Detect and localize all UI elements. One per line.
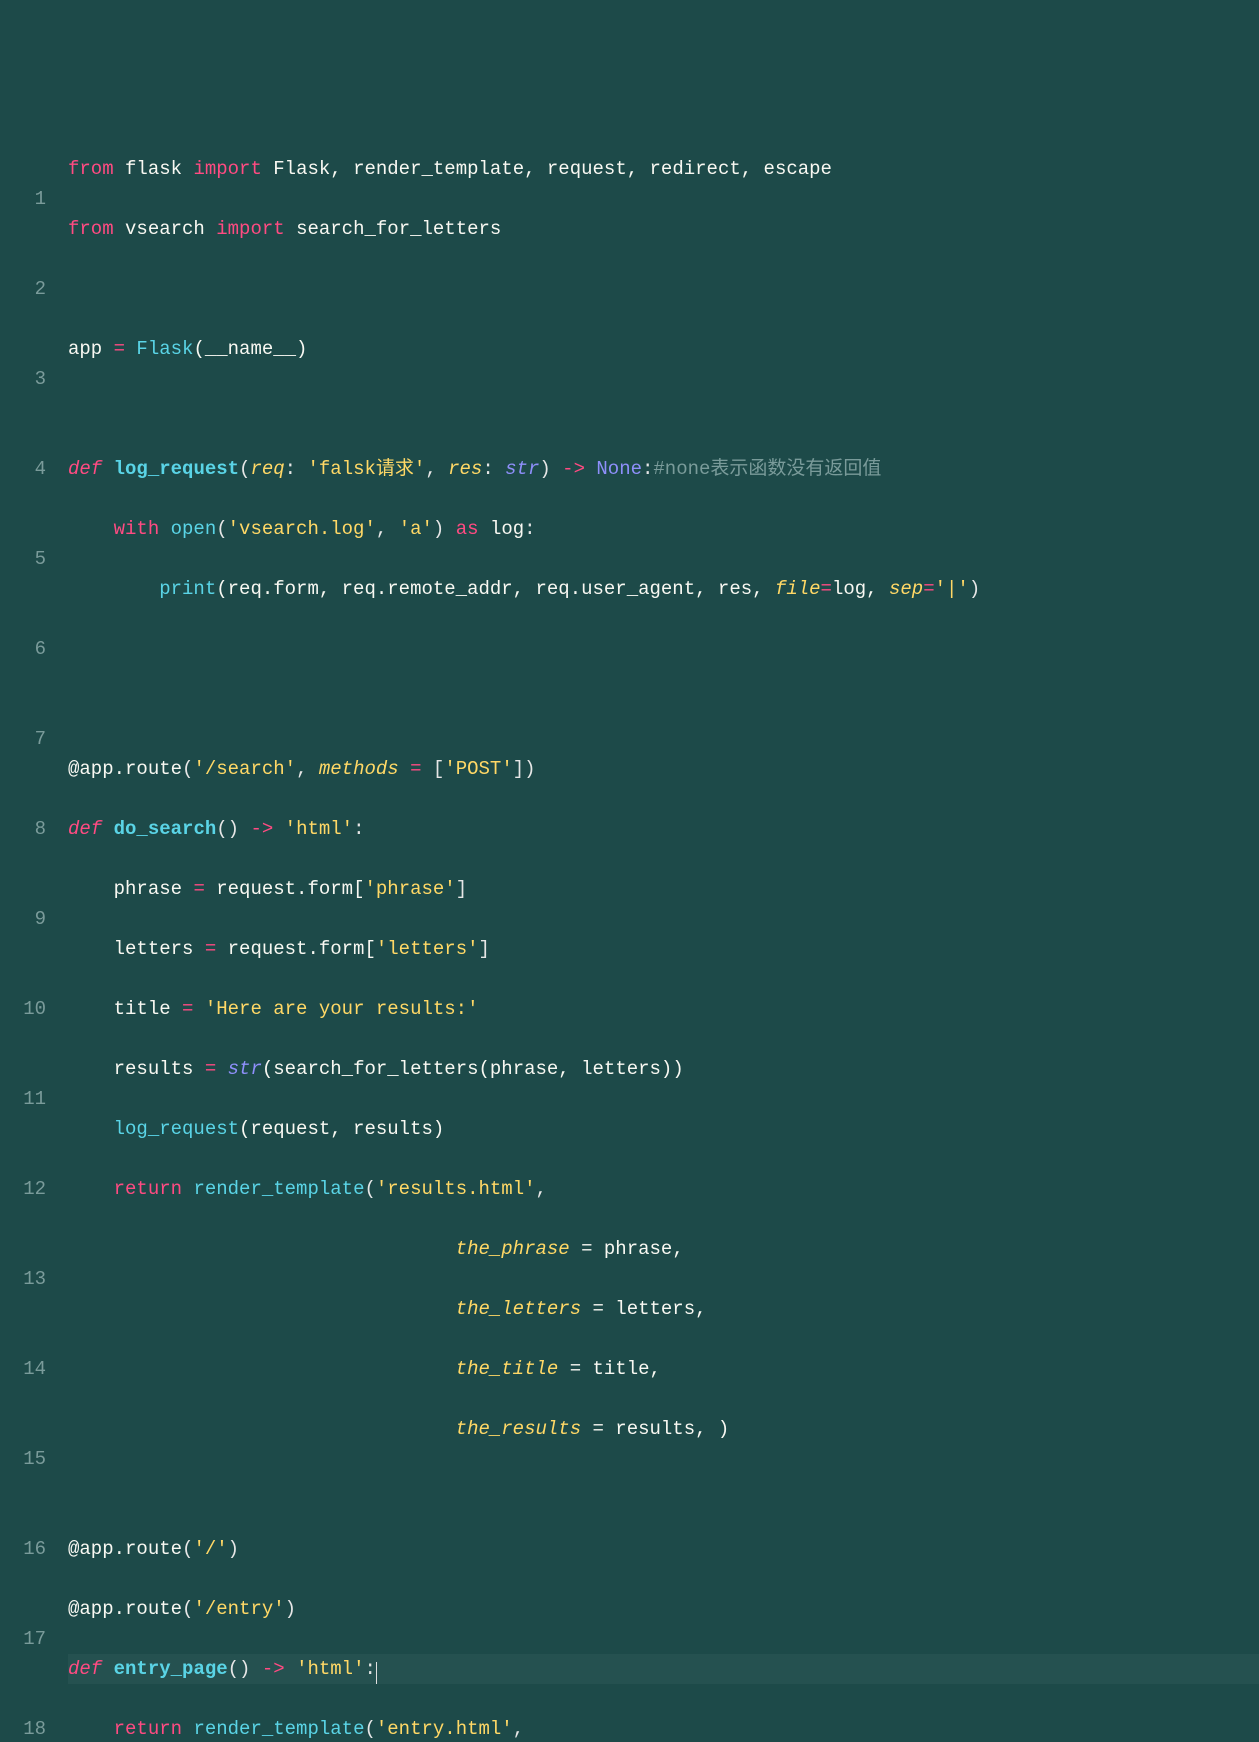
code-line[interactable]: log_request(request, results)	[68, 1114, 1259, 1144]
code-line[interactable]: app = Flask(__name__)	[68, 334, 1259, 364]
code-line[interactable]: def log_request(req: 'falsk请求', res: str…	[68, 454, 1259, 484]
keyword-import: import	[193, 158, 261, 180]
code-line[interactable]: @app.route('/search', methods = ['POST']…	[68, 754, 1259, 784]
line-number: 8	[0, 814, 46, 844]
code-line[interactable]: return render_template('results.html',	[68, 1174, 1259, 1204]
line-number: 5	[0, 544, 46, 574]
line-number: 16	[0, 1534, 46, 1564]
keyword-def: def	[68, 1658, 102, 1680]
code-line-current[interactable]: def entry_page() -> 'html':	[68, 1654, 1259, 1684]
code-line[interactable]: results = str(search_for_letters(phrase,…	[68, 1054, 1259, 1084]
keyword-from: from	[68, 158, 114, 180]
import-list: search_for_letters	[296, 218, 501, 240]
keyword-from: from	[68, 218, 114, 240]
line-number: 17	[0, 1624, 46, 1654]
code-line[interactable]: the_phrase = phrase,	[68, 1234, 1259, 1264]
line-number: 15	[0, 1444, 46, 1474]
decorator: @app.route	[68, 1598, 182, 1620]
code-line[interactable]	[68, 394, 1259, 424]
code-line[interactable]: title = 'Here are your results:'	[68, 994, 1259, 1024]
parameter: res	[448, 458, 482, 480]
code-line[interactable]: the_title = title,	[68, 1354, 1259, 1384]
function-name: do_search	[114, 818, 217, 840]
code-line[interactable]: the_results = results, )	[68, 1414, 1259, 1444]
code-editor[interactable]: 1 2 3 4 5 6 7 8 9 10 11 12 13 14 15 16 1…	[0, 120, 1259, 1742]
code-line[interactable]	[68, 1474, 1259, 1504]
code-line[interactable]: with open('vsearch.log', 'a') as log:	[68, 514, 1259, 544]
keyword-import: import	[216, 218, 284, 240]
function-name: entry_page	[114, 1658, 228, 1680]
code-line[interactable]	[68, 274, 1259, 304]
line-number: 10	[0, 994, 46, 1024]
keyword-def: def	[68, 458, 102, 480]
code-line[interactable]	[68, 634, 1259, 664]
line-number: 3	[0, 364, 46, 394]
parameter: req	[250, 458, 284, 480]
decorator: @app.route	[68, 758, 182, 780]
line-number: 6	[0, 634, 46, 664]
code-line[interactable]: @app.route('/entry')	[68, 1594, 1259, 1624]
code-line[interactable]: def do_search() -> 'html':	[68, 814, 1259, 844]
decorator: @app.route	[68, 1538, 182, 1560]
import-list: Flask, render_template, request, redirec…	[273, 158, 832, 180]
line-number: 2	[0, 274, 46, 304]
keyword-as: as	[456, 518, 479, 540]
keyword-return: return	[114, 1718, 182, 1740]
code-line[interactable]: @app.route('/')	[68, 1534, 1259, 1564]
code-line[interactable]: letters = request.form['letters']	[68, 934, 1259, 964]
code-line[interactable]: the_letters = letters,	[68, 1294, 1259, 1324]
line-number: 12	[0, 1174, 46, 1204]
keyword-return: return	[114, 1178, 182, 1200]
module-name: flask	[125, 158, 182, 180]
code-line[interactable]: return render_template('entry.html',	[68, 1714, 1259, 1742]
code-line[interactable]: from vsearch import search_for_letters	[68, 214, 1259, 244]
line-number: 9	[0, 904, 46, 934]
keyword-with: with	[114, 518, 160, 540]
line-number: 11	[0, 1084, 46, 1114]
line-number: 13	[0, 1264, 46, 1294]
comment: #none表示函数没有返回值	[653, 458, 881, 480]
code-line[interactable]: from flask import Flask, render_template…	[68, 154, 1259, 184]
code-content-area[interactable]: from flask import Flask, render_template…	[58, 120, 1259, 1742]
code-line[interactable]: phrase = request.form['phrase']	[68, 874, 1259, 904]
module-name: vsearch	[125, 218, 205, 240]
line-number: 7	[0, 724, 46, 754]
line-number-gutter: 1 2 3 4 5 6 7 8 9 10 11 12 13 14 15 16 1…	[0, 120, 58, 1742]
code-line[interactable]: print(req.form, req.remote_addr, req.use…	[68, 574, 1259, 604]
line-number: 4	[0, 454, 46, 484]
line-number: 1	[0, 184, 46, 214]
code-line[interactable]	[68, 694, 1259, 724]
text-cursor	[376, 1662, 377, 1684]
keyword-def: def	[68, 818, 102, 840]
line-number: 18	[0, 1714, 46, 1742]
function-name: log_request	[114, 458, 239, 480]
line-number: 14	[0, 1354, 46, 1384]
